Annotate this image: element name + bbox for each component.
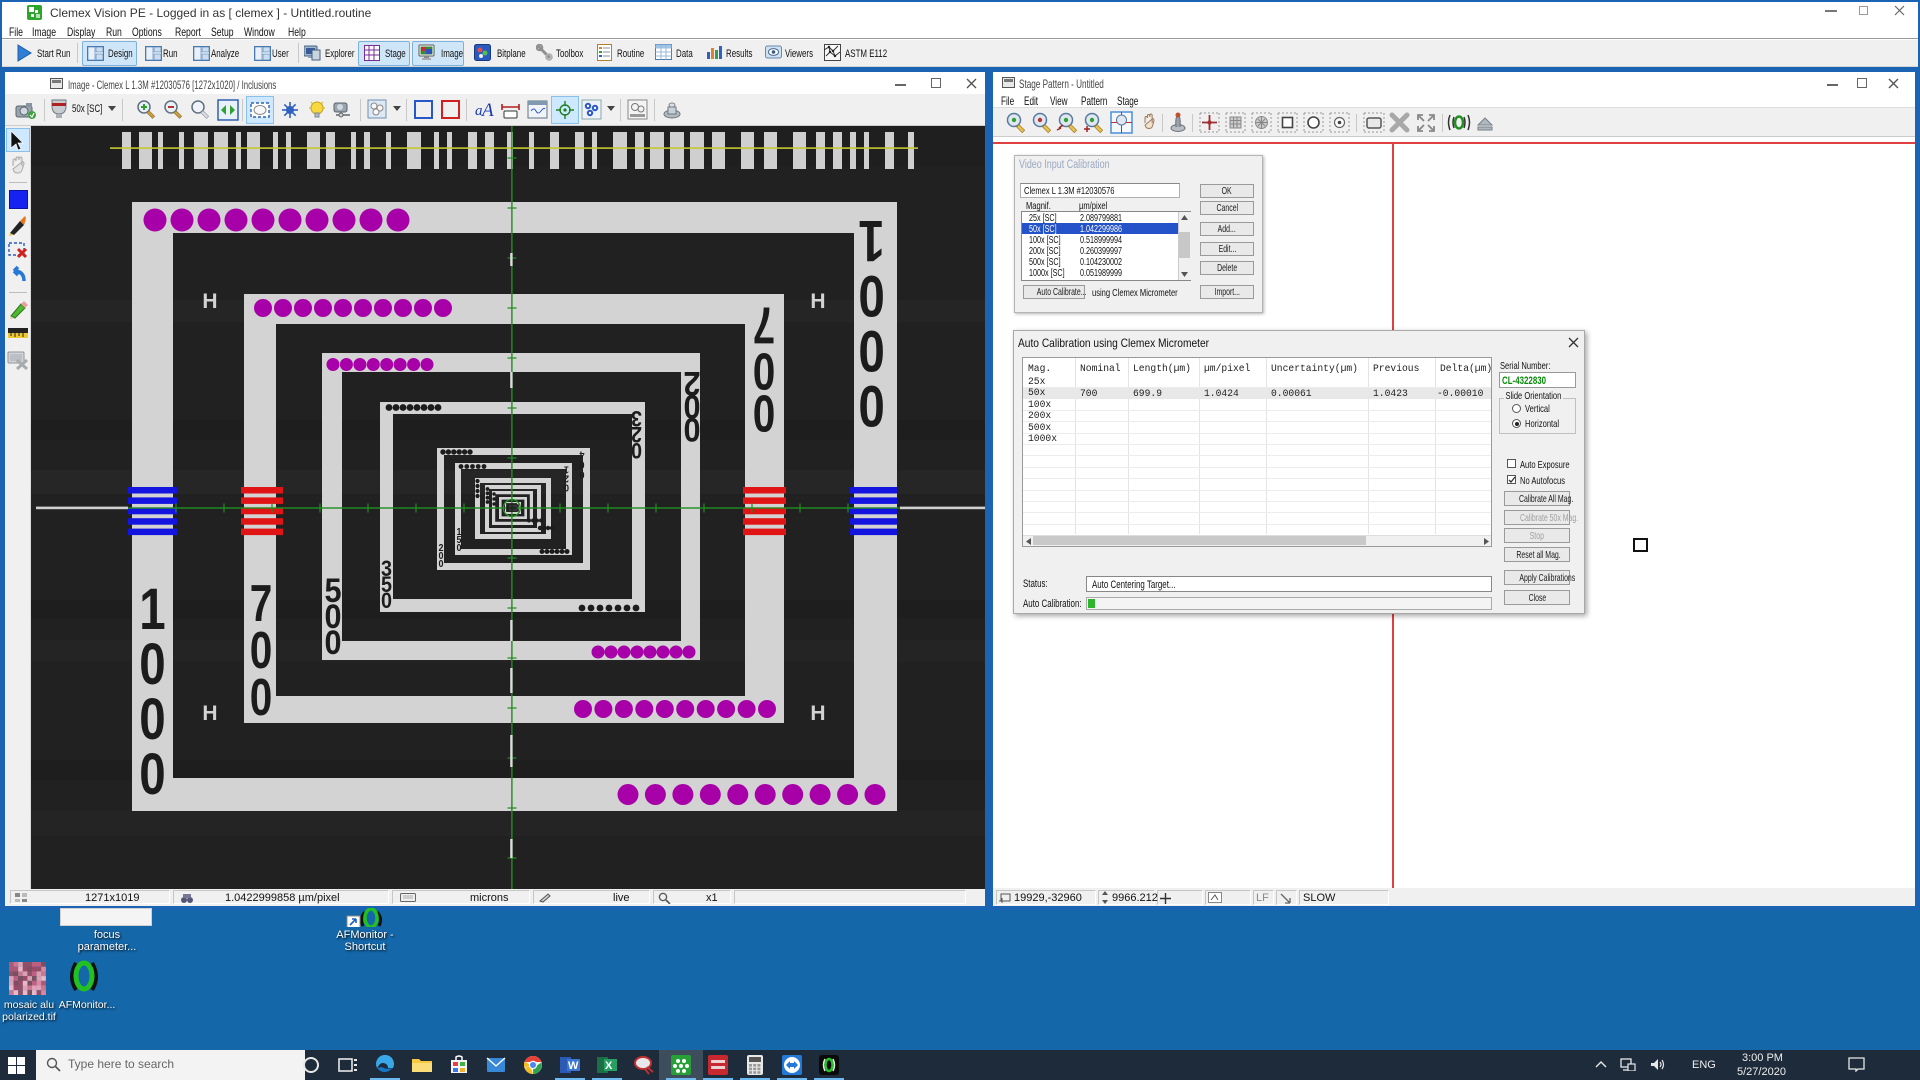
svg-text:0: 0 <box>683 410 700 448</box>
svg-text:1: 1 <box>858 208 884 273</box>
svg-text:A: A <box>480 100 494 121</box>
svg-text:0: 0 <box>564 481 569 493</box>
svg-text:H: H <box>202 290 217 313</box>
svg-text:0: 0 <box>858 318 884 383</box>
svg-text:0: 0 <box>753 384 776 442</box>
svg-text:0: 0 <box>381 589 392 613</box>
svg-text:0: 0 <box>456 543 461 555</box>
svg-text:0: 0 <box>438 559 443 571</box>
svg-text:0: 0 <box>858 373 884 438</box>
svg-text:0: 0 <box>858 263 884 328</box>
svg-text:W: W <box>568 1060 579 1072</box>
svg-text:0: 0 <box>579 458 584 470</box>
svg-text:0: 0 <box>250 668 273 726</box>
svg-text:H: H <box>810 702 825 725</box>
svg-text:0: 0 <box>631 438 642 462</box>
svg-text:0: 0 <box>579 468 584 480</box>
svg-text:H: H <box>810 290 825 313</box>
svg-text:0: 0 <box>139 743 165 808</box>
svg-text:4: 4 <box>579 448 585 460</box>
svg-text:X: X <box>605 1060 613 1072</box>
svg-text:H: H <box>202 702 217 725</box>
svg-text:0: 0 <box>324 624 341 662</box>
